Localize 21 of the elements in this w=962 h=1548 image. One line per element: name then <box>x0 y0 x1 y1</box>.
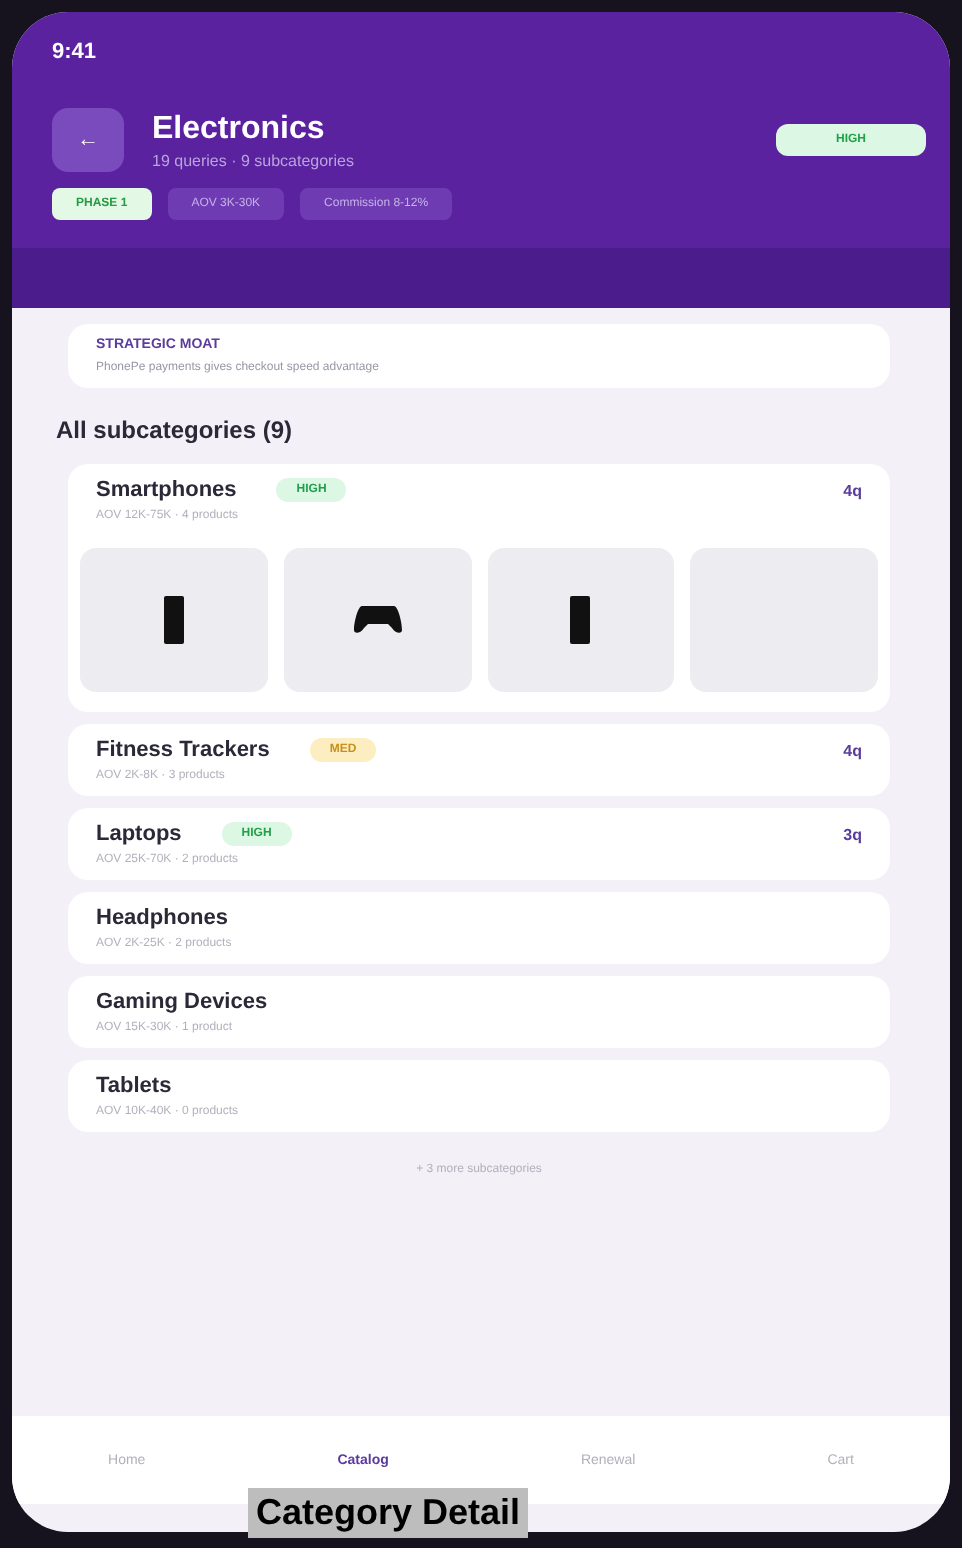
subcategory-name: Headphones <box>96 906 229 930</box>
status-time: 9:41 <box>52 40 99 64</box>
query-count: 4q <box>843 481 862 499</box>
subcategory-name: Smartphones <box>96 478 237 502</box>
query-count: 3q <box>843 825 862 843</box>
subcategory-name: Tablets <box>96 1074 172 1098</box>
caption: Category Detail <box>248 1488 529 1538</box>
phone-icon <box>570 596 591 644</box>
subcategory-name: Laptops <box>96 822 182 846</box>
gamepad-icon <box>353 606 402 634</box>
section-title: All subcategories (9) <box>56 416 295 444</box>
product-tile[interactable] <box>487 548 675 692</box>
product-tile[interactable] <box>283 548 471 692</box>
query-count: 4q <box>843 741 862 759</box>
category-title: Electronics <box>152 111 327 147</box>
phone-icon <box>163 596 184 644</box>
category-subtitle: 19 queries · 9 subcategories <box>152 151 356 169</box>
back-button[interactable]: ← <box>52 108 124 172</box>
subcategory-name: Fitness Trackers <box>96 738 270 762</box>
subcategory-name: Gaming Devices <box>96 990 268 1014</box>
product-tile[interactable] <box>80 548 268 692</box>
